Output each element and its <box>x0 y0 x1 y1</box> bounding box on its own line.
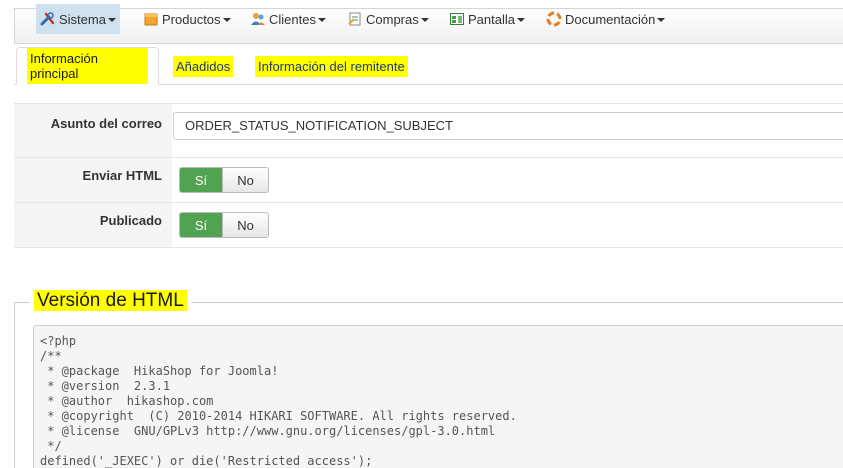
tab-informacion-remitente[interactable]: Información del remitente <box>245 47 418 85</box>
box-icon <box>143 11 159 27</box>
menu-pantalla[interactable]: Pantalla <box>445 4 529 34</box>
tools-icon <box>40 11 56 27</box>
subject-input[interactable]: ORDER_STATUS_NOTIFICATION_SUBJECT <box>173 112 843 140</box>
published-label: Publicado <box>14 203 172 247</box>
display-icon <box>449 11 465 27</box>
published-no-button[interactable]: No <box>222 213 268 237</box>
chevron-down-icon <box>420 18 429 22</box>
chevron-down-icon <box>657 18 666 22</box>
menu-documentacion[interactable]: Documentación <box>542 4 669 34</box>
published-row: Publicado <box>14 203 843 248</box>
tab-label: Añadidos <box>173 55 234 77</box>
menu-label: Sistema <box>59 11 106 27</box>
html-code-editor[interactable]: <?php /** * @package HikaShop for Joomla… <box>33 325 843 468</box>
send-html-row: Enviar HTML <box>14 158 843 203</box>
tab-informacion-principal[interactable]: Información principal <box>16 47 159 85</box>
menu-clientes[interactable]: Clientes <box>246 4 330 34</box>
lifebuoy-icon <box>546 11 562 27</box>
legend-text: Versión de HTML <box>34 290 187 311</box>
menu-compras[interactable]: Compras <box>343 4 433 34</box>
chevron-down-icon <box>222 18 231 22</box>
menu-productos[interactable]: Productos <box>139 4 235 34</box>
menu-label: Documentación <box>565 11 656 27</box>
menu-label: Clientes <box>269 11 316 27</box>
menu-sistema[interactable]: Sistema <box>36 4 120 34</box>
send-html-toggle: Sí No <box>179 167 269 193</box>
published-toggle: Sí No <box>179 212 269 238</box>
menu-label: Pantalla <box>468 11 515 27</box>
send-html-no-button[interactable]: No <box>222 168 268 192</box>
send-html-label: Enviar HTML <box>14 158 172 202</box>
subject-label: Asunto del correo <box>14 104 172 157</box>
menu-label: Productos <box>162 11 221 27</box>
chevron-down-icon <box>317 18 326 22</box>
tab-label: Información principal <box>27 48 148 84</box>
published-yes-button[interactable]: Sí <box>180 213 222 237</box>
tab-anadidos[interactable]: Añadidos <box>163 47 243 85</box>
tab-label: Información del remitente <box>255 55 408 77</box>
send-html-yes-button[interactable]: Sí <box>180 168 222 192</box>
chevron-down-icon <box>107 18 116 22</box>
menu-label: Compras <box>366 11 419 27</box>
users-icon <box>250 11 266 27</box>
html-version-legend: Versión de HTML <box>30 290 191 312</box>
order-icon <box>347 11 363 27</box>
chevron-down-icon <box>516 18 525 22</box>
